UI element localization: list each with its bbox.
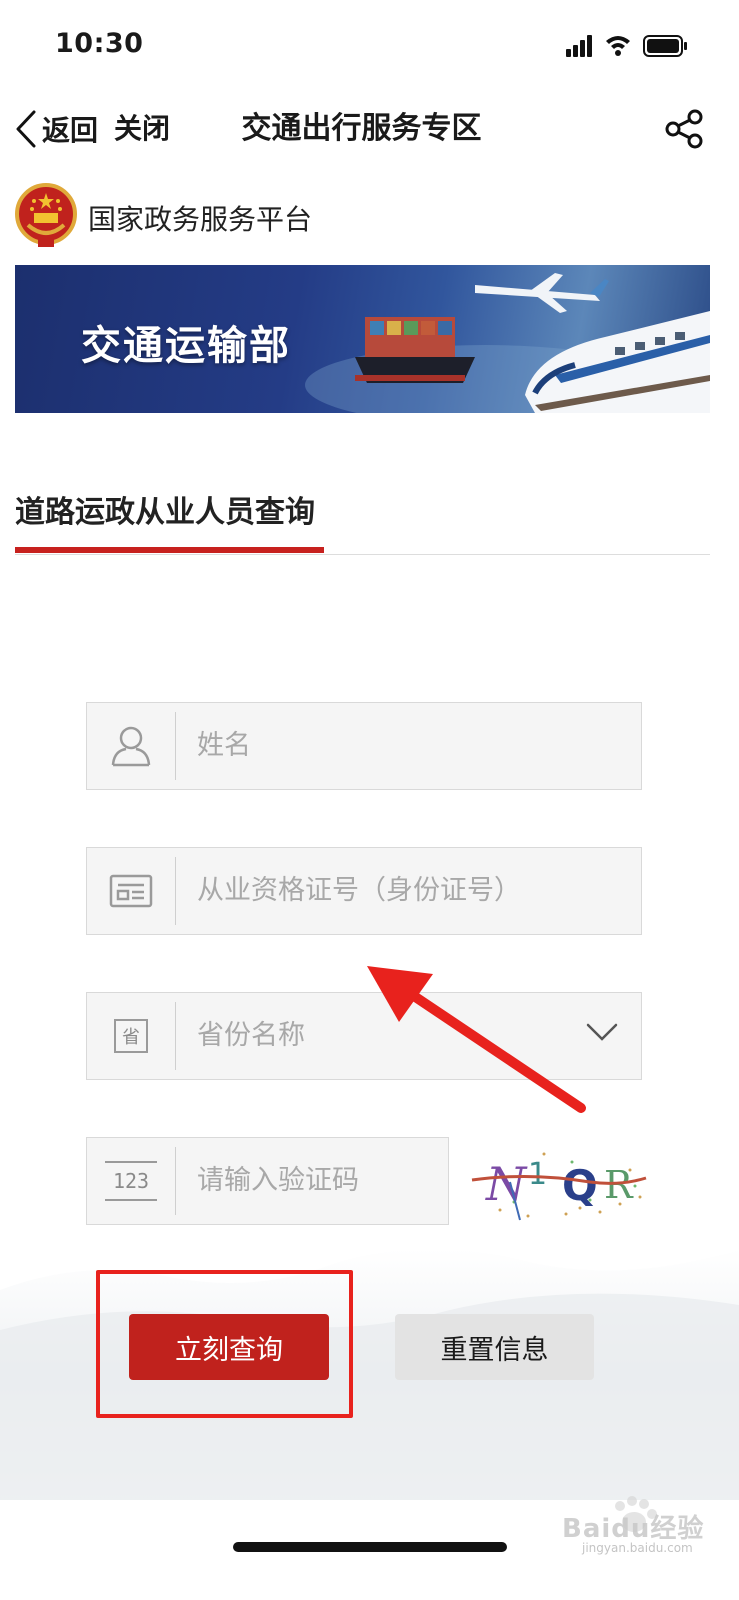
- province-placeholder: 省份名称: [197, 1020, 305, 1051]
- annotation-arrow: [367, 966, 586, 1113]
- tab-driver-query[interactable]: 道路运政从业人员查询: [15, 487, 315, 531]
- field-separator: [175, 857, 176, 925]
- back-button[interactable]: 返回: [14, 108, 98, 150]
- captcha-char-3: Q: [562, 1161, 598, 1210]
- banner-title: 交通运输部: [81, 323, 291, 369]
- field-separator: [175, 712, 176, 780]
- tab-active-indicator: [15, 547, 324, 553]
- number-icon: 123: [87, 1138, 175, 1224]
- captcha-char-4: R: [604, 1163, 634, 1207]
- back-label: 返回: [42, 114, 99, 147]
- user-icon: [87, 703, 175, 789]
- banner: 交通运输部: [15, 265, 710, 413]
- id-card-icon: [87, 848, 175, 934]
- chevron-left-icon: [16, 110, 36, 148]
- captcha-image[interactable]: N 1 Q R: [470, 1142, 648, 1224]
- query-button[interactable]: 立刻查询: [129, 1314, 329, 1380]
- close-button[interactable]: 关闭: [114, 108, 170, 150]
- status-icons: [566, 35, 687, 57]
- captcha-char-1: N: [485, 1157, 528, 1211]
- province-icon-glyph: 省: [114, 1019, 148, 1053]
- watermark-brand: Baidu经验: [562, 1514, 705, 1544]
- tab-divider: [15, 554, 710, 555]
- number-icon-text: 123: [105, 1161, 157, 1201]
- airplane-icon: [475, 273, 609, 313]
- train-icon: [525, 311, 710, 413]
- name-field[interactable]: 姓名: [86, 702, 642, 790]
- home-indicator[interactable]: [233, 1542, 507, 1552]
- certificate-number-field[interactable]: 从业资格证号（身份证号）: [86, 847, 642, 935]
- national-emblem-icon: [15, 183, 77, 247]
- captcha-char-2: 1: [528, 1157, 547, 1192]
- battery-icon: [643, 35, 687, 57]
- watermark-url: jingyan.baidu.com: [582, 1541, 693, 1555]
- captcha-field[interactable]: 123 请输入验证码: [86, 1137, 449, 1225]
- reset-button[interactable]: 重置信息: [395, 1314, 594, 1380]
- certificate-number-placeholder: 从业资格证号（身份证号）: [197, 875, 521, 906]
- platform-name: 国家政务服务平台: [88, 203, 313, 236]
- signal-icon: [566, 35, 592, 57]
- share-icon[interactable]: [664, 108, 706, 150]
- nav-title: 交通出行服务专区: [241, 111, 482, 146]
- status-time: 10:30: [55, 28, 144, 59]
- wifi-icon: [606, 36, 630, 56]
- field-separator: [175, 1002, 176, 1070]
- province-icon: 省: [87, 993, 175, 1079]
- name-placeholder: 姓名: [197, 730, 251, 761]
- captcha-placeholder: 请输入验证码: [197, 1165, 359, 1196]
- field-separator: [175, 1147, 176, 1215]
